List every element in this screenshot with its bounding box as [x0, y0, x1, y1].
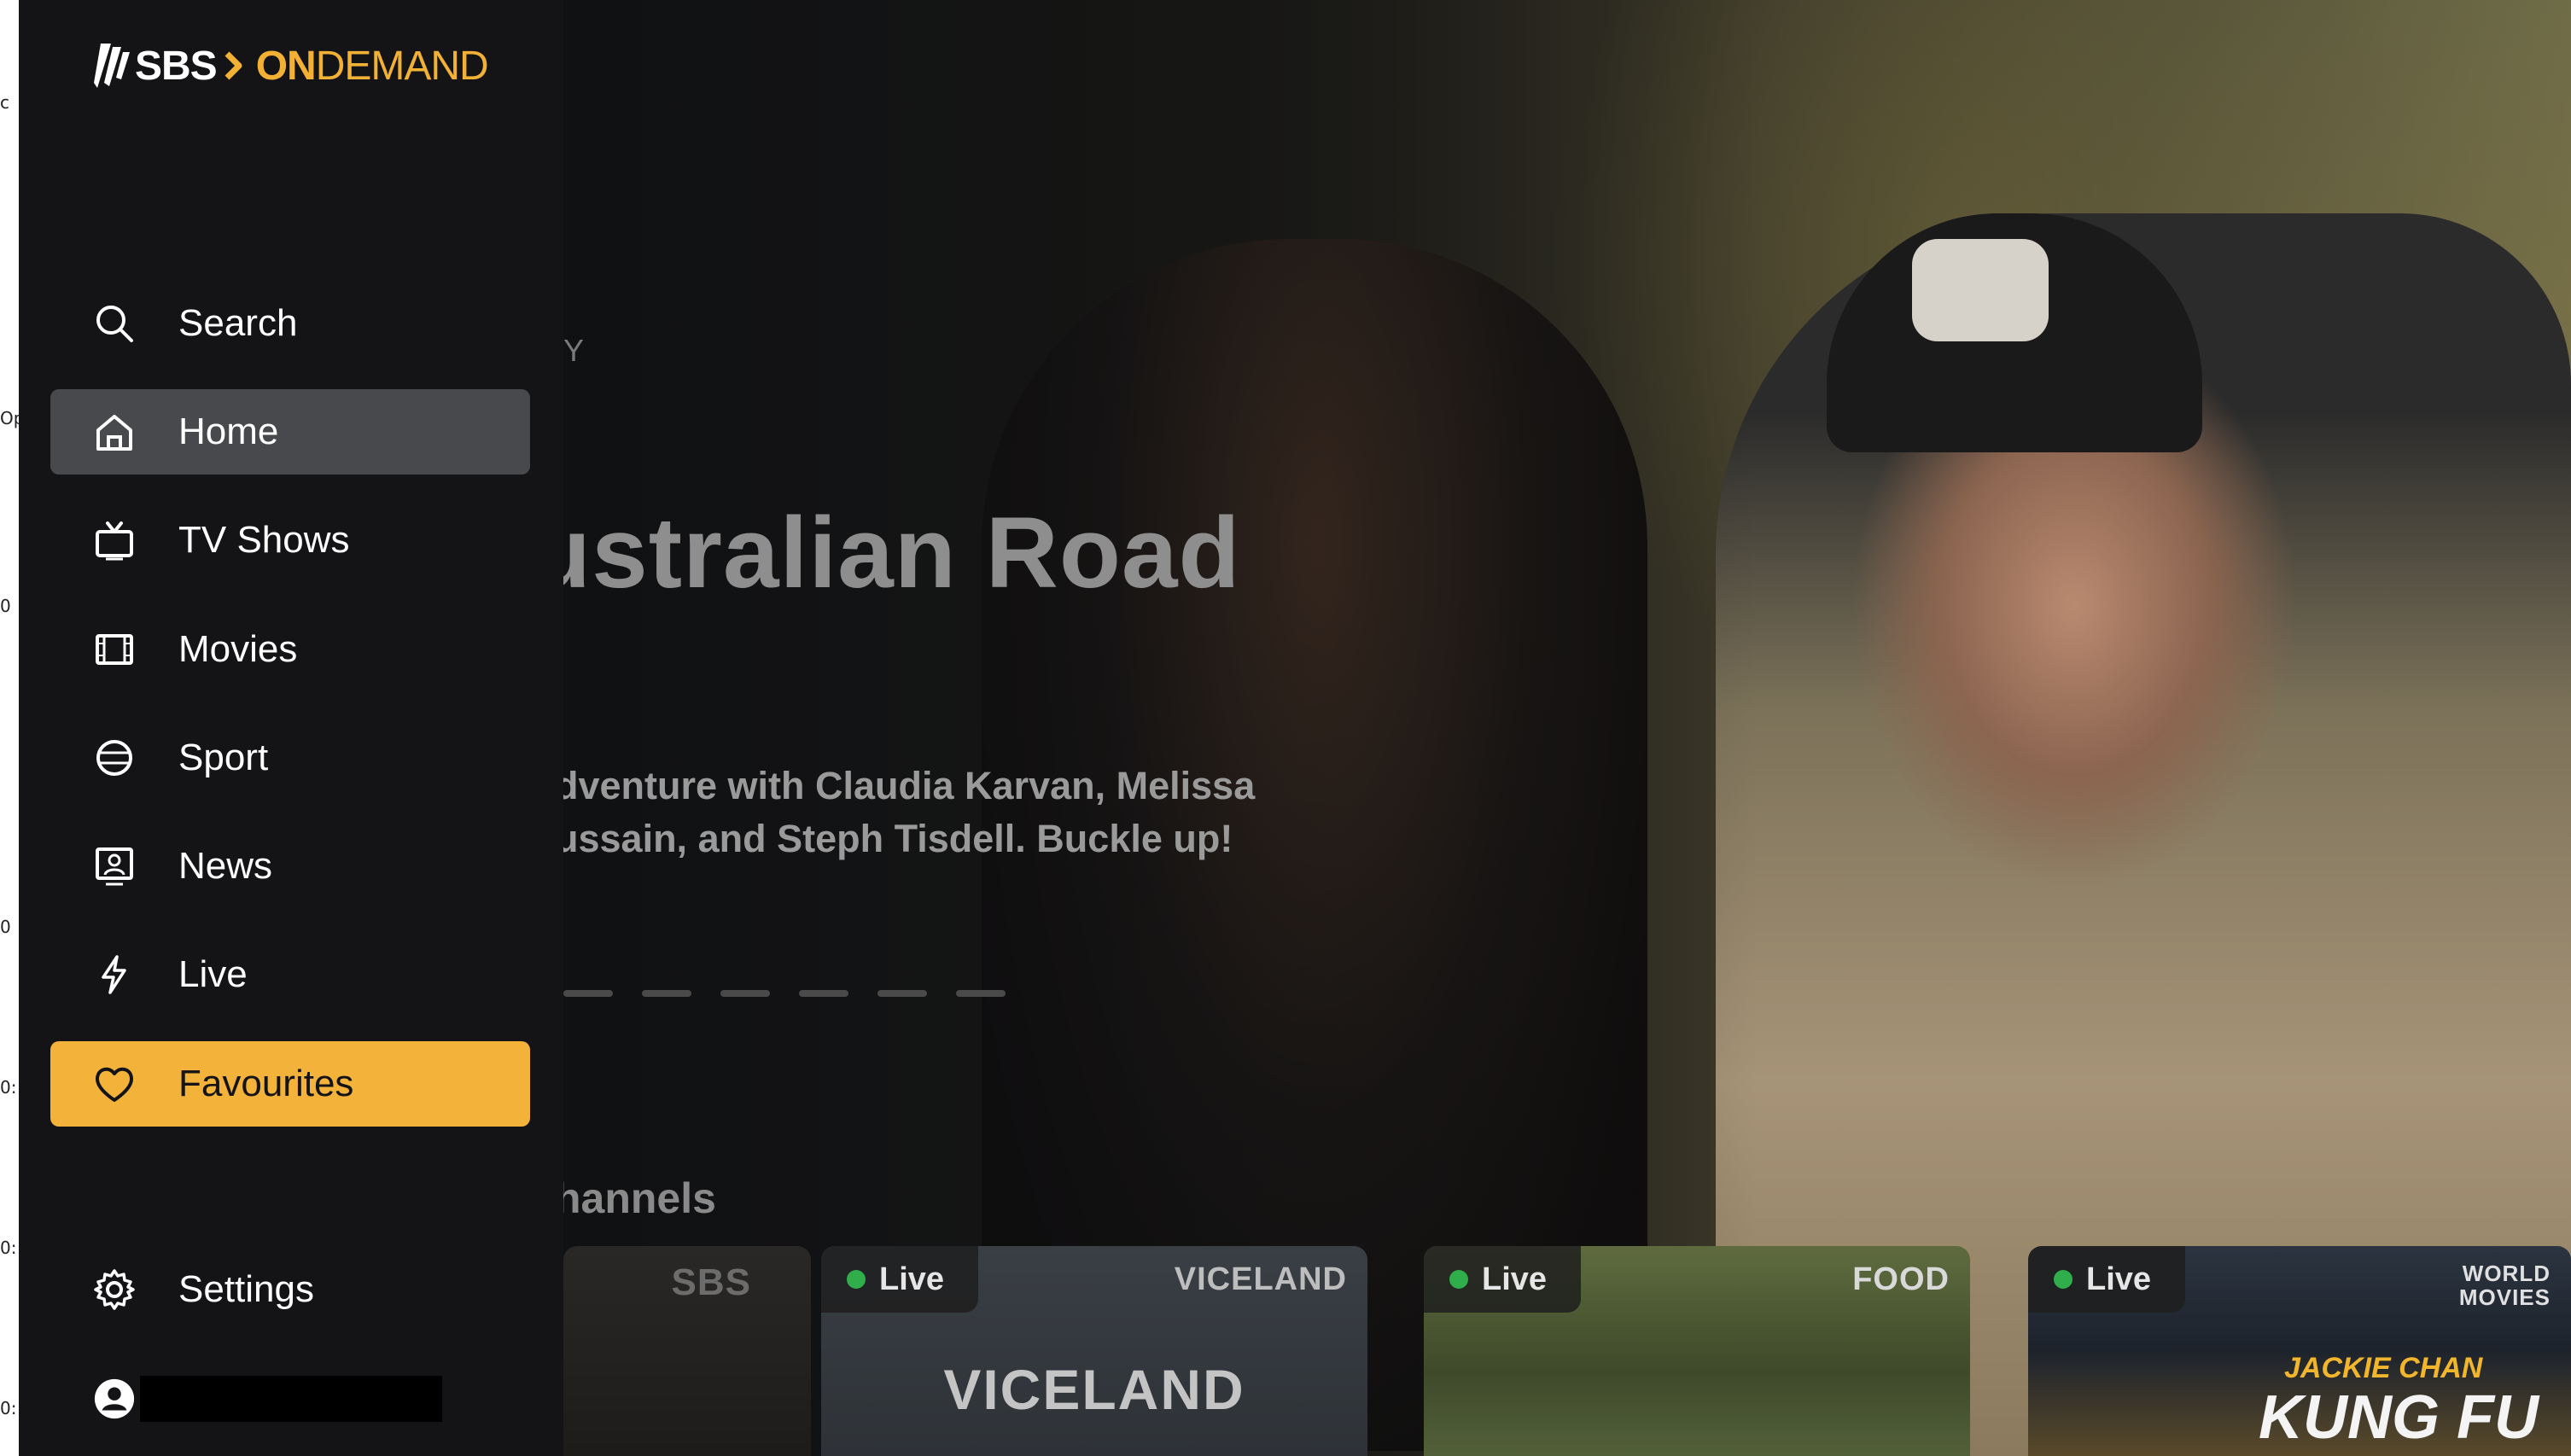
sidebar-item-label: Live — [178, 953, 248, 995]
sidebar-item-search[interactable]: Search — [50, 281, 530, 366]
gear-icon — [93, 1268, 136, 1311]
pager-dot[interactable] — [799, 990, 848, 997]
promo-subtitle: JACKIE CHAN — [2284, 1352, 2483, 1384]
sliver-glyph: 0: — [0, 1077, 17, 1098]
news-presenter-icon — [93, 845, 136, 888]
ball-icon — [93, 737, 136, 779]
channel-logo-world-movies: WORLD MOVIES — [2458, 1261, 2551, 1310]
hero-title: ustralian Road — [529, 497, 1241, 609]
sidebar-item-label: News — [178, 845, 273, 887]
hero-description-line: dventure with Claudia Karvan, Melissa — [555, 764, 1256, 807]
sliver-glyph: 0: — [0, 1398, 17, 1418]
sidebar-item-label: TV Shows — [178, 519, 350, 561]
channels-heading: hannels — [555, 1174, 716, 1222]
sliver-glyph: 0 — [0, 917, 11, 937]
lightning-icon — [93, 953, 136, 996]
sidebar-item-label: Search — [178, 302, 298, 344]
channel-logo-sbs: SBS — [671, 1261, 751, 1303]
channel-tile-sbs[interactable]: SBS — [563, 1246, 811, 1456]
pager-dot[interactable] — [877, 990, 927, 997]
live-indicator-dot — [847, 1270, 866, 1289]
channel-tile-viceland[interactable]: Live VICELAND VICELAND — [821, 1246, 1367, 1456]
live-indicator-dot — [1449, 1270, 1468, 1289]
sidebar-item-home[interactable]: Home — [50, 389, 530, 475]
hero-description-line: ussain, and Steph Tisdell. Buckle up! — [555, 817, 1233, 860]
sidebar-item-live[interactable]: Live — [50, 932, 530, 1017]
live-label: Live — [1482, 1261, 1548, 1297]
live-badge: Live — [1424, 1246, 1582, 1313]
film-icon — [93, 628, 136, 671]
pager-dot[interactable] — [563, 990, 613, 997]
live-indicator-dot — [2054, 1270, 2073, 1289]
logo-arrow-icon — [224, 51, 242, 80]
sidebar-item-news[interactable]: News — [50, 824, 530, 909]
sidebar-nav: SBS ON DEMAND Search Home TV Shows Movie… — [19, 0, 563, 1456]
left-edge-sliver: c Op 0 0 0: 0: 0: — [0, 0, 24, 1456]
channel-tile-food[interactable]: Live FOOD — [1424, 1246, 1970, 1456]
channel-center-logo: VICELAND — [943, 1358, 1245, 1421]
sidebar-item-tv-shows[interactable]: TV Shows — [50, 498, 530, 583]
sidebar-item-label: Movies — [178, 628, 298, 670]
sidebar-item-label: Sport — [178, 737, 269, 778]
profile-name-redacted — [140, 1376, 442, 1422]
logo-demand-text: DEMAND — [315, 43, 489, 89]
live-label: Live — [879, 1261, 945, 1297]
sliver-glyph: 0 — [0, 596, 11, 616]
sidebar-item-movies[interactable]: Movies — [50, 607, 530, 692]
hero-dim-overlay — [563, 0, 1758, 1456]
sbs-on-demand-logo[interactable]: SBS ON DEMAND — [92, 38, 489, 94]
hero-image-cap-badge — [1912, 239, 2049, 341]
tv-icon — [93, 519, 136, 562]
hero-description: dventure with Claudia Karvan, Melissa us… — [555, 760, 1374, 865]
sidebar-item-label: Home — [178, 411, 279, 452]
pager-dot[interactable] — [642, 990, 691, 997]
promo-title: KUNG FU — [2259, 1383, 2539, 1452]
live-label: Live — [2086, 1261, 2152, 1297]
user-avatar-icon — [93, 1377, 136, 1420]
logo-sbs-text: SBS — [135, 43, 218, 89]
pager-dot[interactable] — [720, 990, 770, 997]
sbs-wave-icon — [94, 44, 130, 88]
sidebar-item-label: Favourites — [178, 1063, 354, 1104]
sidebar-item-sport[interactable]: Sport — [50, 715, 530, 801]
home-icon — [93, 411, 136, 453]
pager-dot[interactable] — [956, 990, 1006, 997]
hero-eyebrow: Y — [563, 333, 585, 368]
search-icon — [93, 302, 136, 345]
live-badge: Live — [821, 1246, 979, 1313]
sidebar-item-settings[interactable]: Settings — [50, 1247, 530, 1332]
sliver-glyph: 0: — [0, 1238, 17, 1258]
channel-logo-viceland: VICELAND — [1174, 1261, 1347, 1297]
logo-on-text: ON — [255, 43, 317, 89]
hero-pager — [563, 990, 1006, 997]
channel-logo-food: FOOD — [1852, 1261, 1950, 1297]
heart-icon — [93, 1063, 136, 1105]
live-badge: Live — [2028, 1246, 2186, 1313]
sidebar-item-label: Settings — [178, 1268, 314, 1310]
sidebar-item-favourites[interactable]: Favourites — [50, 1041, 530, 1127]
sliver-glyph: c — [0, 92, 9, 113]
channel-tile-world-movies[interactable]: Live WORLD MOVIES JACKIE CHAN KUNG FU — [2028, 1246, 2571, 1456]
